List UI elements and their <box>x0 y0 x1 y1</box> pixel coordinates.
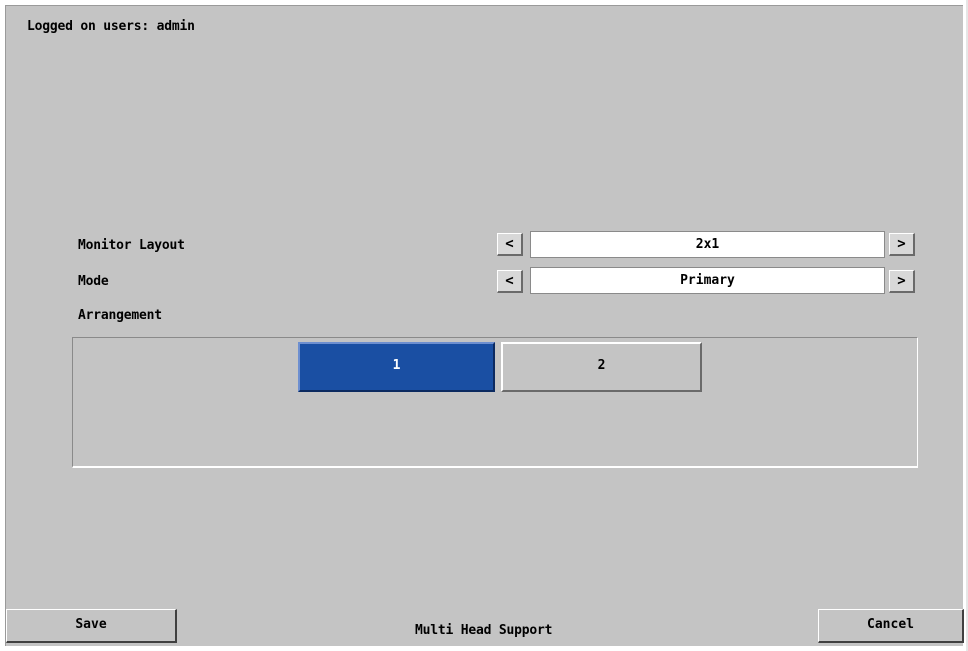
monitor-layout-next-button[interactable]: > <box>889 233 915 256</box>
arrangement-label: Arrangement <box>78 308 162 323</box>
arrangement-panel <box>72 337 918 468</box>
monitor-1-tile[interactable]: 1 <box>298 342 495 392</box>
monitor-layout-prev-button[interactable]: < <box>497 233 523 256</box>
monitor-2-tile[interactable]: 2 <box>501 342 702 392</box>
monitor-layout-value: 2x1 <box>530 231 885 258</box>
screen-title: Multi Head Support <box>415 623 553 638</box>
multi-head-support-screen: Logged on users: admin Monitor Layout < … <box>5 5 964 646</box>
cancel-button[interactable]: Cancel <box>818 609 964 643</box>
monitor-layout-label: Monitor Layout <box>78 238 185 253</box>
mode-label: Mode <box>78 274 109 289</box>
logged-on-users-text: Logged on users: admin <box>27 19 195 34</box>
save-button[interactable]: Save <box>6 609 177 643</box>
mode-prev-button[interactable]: < <box>497 270 523 293</box>
mode-next-button[interactable]: > <box>889 270 915 293</box>
mode-value: Primary <box>530 267 885 294</box>
